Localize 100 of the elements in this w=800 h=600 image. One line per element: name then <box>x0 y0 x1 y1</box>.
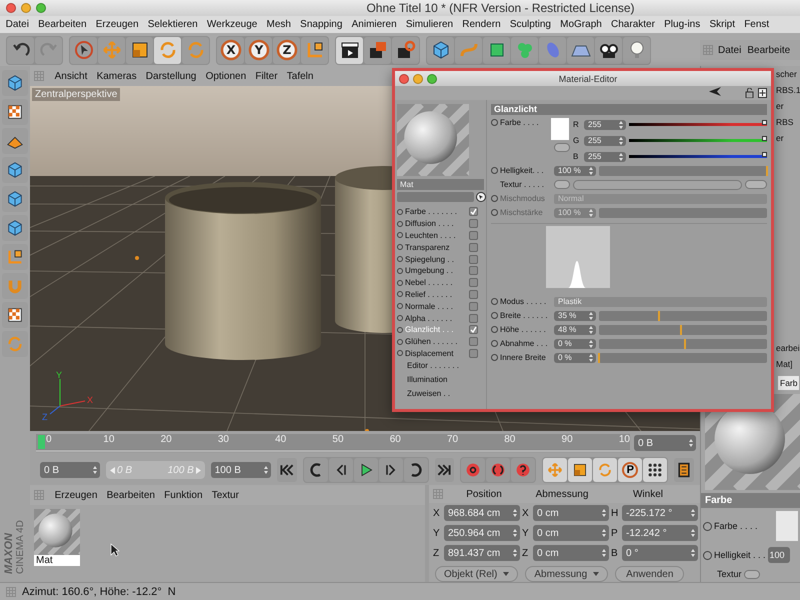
slider-marker[interactable] <box>658 310 660 320</box>
texture-menu-button[interactable] <box>554 180 570 189</box>
zoom-button[interactable] <box>36 3 46 13</box>
scale-tool-button[interactable] <box>126 36 153 64</box>
minimize-button[interactable] <box>21 3 31 13</box>
cube-tool-button[interactable] <box>2 215 28 241</box>
camera-tool-button[interactable] <box>595 36 622 64</box>
axes-tool-button[interactable] <box>2 244 28 270</box>
slider-marker[interactable] <box>680 324 682 334</box>
axes-tool-button[interactable] <box>301 36 328 64</box>
channel-item[interactable]: Farbe . . . . . . . <box>397 206 486 218</box>
spinner-icon[interactable] <box>619 120 623 128</box>
menu-item[interactable]: earbei <box>776 340 800 356</box>
close-button[interactable] <box>6 3 16 13</box>
spinner-icon[interactable] <box>602 549 606 557</box>
position-field[interactable]: 891.437 cm <box>444 545 520 561</box>
value-field[interactable]: 255 <box>584 152 626 162</box>
pointer-tool-button[interactable] <box>70 36 97 64</box>
menu-item[interactable]: MoGraph <box>556 19 606 30</box>
color-slider[interactable] <box>629 139 767 142</box>
start-frame-field[interactable]: 0 B <box>40 462 100 478</box>
value-field[interactable]: 100 <box>768 547 790 563</box>
channel-item[interactable]: Nebel . . . . . . <box>397 276 486 289</box>
menu-item[interactable]: Mesh <box>262 19 296 30</box>
channel-item[interactable]: Spiegelung . . <box>397 253 486 265</box>
param-key-button[interactable]: P <box>618 458 642 482</box>
channel-checkbox[interactable] <box>469 325 478 334</box>
cube-tool-button[interactable] <box>2 157 28 183</box>
channel-item[interactable]: Diffusion . . . . <box>397 218 486 230</box>
editor-link[interactable]: Editor . . . . . . . <box>397 359 486 374</box>
slider-track[interactable] <box>599 352 767 362</box>
menu-item[interactable]: Plug-ins <box>660 19 705 30</box>
size-field[interactable]: 0 cm <box>533 545 609 561</box>
drag-grip[interactable] <box>6 586 16 596</box>
channel-checkbox[interactable] <box>469 302 478 311</box>
channel-checkbox[interactable] <box>469 207 478 216</box>
menu-item[interactable]: Darstellung <box>141 70 201 82</box>
channel-checkbox[interactable] <box>469 348 478 358</box>
size-field[interactable]: 0 cm <box>533 505 609 521</box>
texture-menu-button[interactable] <box>744 570 760 578</box>
angle-field[interactable]: -225.172 ° <box>622 505 698 521</box>
menu-item[interactable]: Erzeugen <box>91 19 144 30</box>
menu-item[interactable]: Kameras <box>92 70 142 82</box>
channel-checkbox[interactable] <box>469 219 478 228</box>
cube-tool-button[interactable] <box>427 36 454 64</box>
menu-item[interactable]: Bearbeiten <box>102 490 160 500</box>
channel-item[interactable]: Normale . . . . <box>397 300 486 312</box>
step-back-button[interactable] <box>328 458 352 482</box>
new-window-icon[interactable] <box>758 88 767 98</box>
channel-item[interactable]: Displacement <box>397 348 486 360</box>
channel-checkbox[interactable] <box>469 266 478 276</box>
spinner-icon[interactable] <box>589 312 593 320</box>
spinner-icon[interactable] <box>602 509 606 517</box>
channel-item[interactable]: Transparenz <box>397 241 486 254</box>
value-field[interactable]: 0 % <box>554 352 596 362</box>
channel-item[interactable]: Alpha . . . . . . <box>397 312 486 324</box>
play-button[interactable] <box>354 458 378 482</box>
grid-tool-button[interactable] <box>2 128 28 154</box>
help-button[interactable] <box>511 458 536 482</box>
scale-key-button[interactable] <box>568 458 592 482</box>
channel-checkbox[interactable] <box>469 230 478 240</box>
frame-field[interactable]: 0 B <box>634 435 696 451</box>
next-key-button[interactable] <box>404 458 428 482</box>
texture-field[interactable] <box>573 180 742 190</box>
material-name[interactable]: Mat <box>34 555 80 566</box>
animate-dot[interactable] <box>491 119 498 126</box>
pointer-icon[interactable] <box>476 192 486 202</box>
menu-item[interactable]: Ansicht <box>50 70 92 82</box>
mode-dropdown[interactable]: Objekt (Rel) <box>435 566 518 582</box>
menu-item[interactable]: Selektieren <box>143 19 202 30</box>
menu-item[interactable]: Funktion <box>160 490 208 500</box>
channel-item[interactable]: Glühen . . . . . . <box>397 336 486 348</box>
texture-browse-button[interactable] <box>745 180 767 189</box>
menu-item[interactable]: Skript <box>704 19 740 30</box>
spinner-icon[interactable] <box>589 340 593 348</box>
channel-checkbox[interactable] <box>469 314 478 323</box>
position-field[interactable]: 968.684 cm <box>444 505 520 521</box>
menu-item[interactable]: Tafeln <box>282 70 318 82</box>
point-key-button[interactable] <box>643 458 668 482</box>
close-button[interactable] <box>399 74 409 84</box>
render-tool-button[interactable] <box>364 36 391 64</box>
channel-checkbox[interactable] <box>469 242 478 252</box>
channel-item[interactable]: Umgebung . . <box>397 264 486 277</box>
material-name-field[interactable]: Mat <box>397 179 484 190</box>
animate-dot[interactable] <box>703 522 712 530</box>
channel-tab[interactable]: Farb <box>778 376 800 390</box>
menu-item[interactable]: Filter <box>250 70 282 82</box>
menu-item[interactable]: Bearbeiten <box>34 19 92 30</box>
apply-button[interactable]: Anwenden <box>615 566 684 582</box>
minimize-button[interactable] <box>413 74 423 84</box>
spinner-icon[interactable] <box>691 509 695 517</box>
menu-item[interactable]: Charakter <box>606 19 660 30</box>
slider-thumb[interactable] <box>762 136 767 141</box>
spinner-icon[interactable] <box>93 466 97 474</box>
slider-marker[interactable] <box>766 166 768 176</box>
value-field[interactable]: 255 <box>584 136 626 146</box>
menu-item[interactable]: Erzeugen <box>50 490 102 500</box>
drag-grip[interactable] <box>433 489 443 499</box>
spinner-icon[interactable] <box>619 136 623 144</box>
menu-item[interactable]: Sculpting <box>505 19 556 30</box>
